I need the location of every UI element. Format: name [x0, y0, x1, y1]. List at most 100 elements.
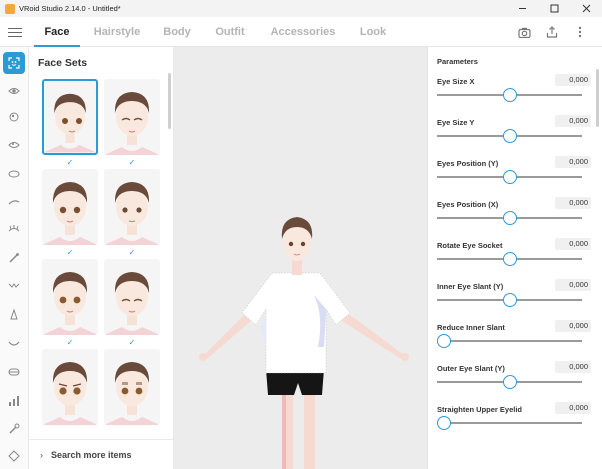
slider-handle[interactable]	[502, 375, 517, 389]
face-set-thumbnail[interactable]	[104, 349, 160, 425]
parameter-slider-row: Eye Size Y 0,000	[437, 115, 591, 158]
slider-handle[interactable]	[502, 129, 517, 143]
search-more-label: Search more items	[51, 449, 132, 460]
face-set-thumbnail[interactable]	[42, 349, 98, 425]
top-navigation: Face Hairstyle Body Outfit Accessories L…	[0, 17, 602, 47]
tab-accessories[interactable]: Accessories	[260, 17, 346, 47]
check-icon: ✓	[128, 158, 136, 167]
face-sets-icon[interactable]	[3, 52, 25, 74]
panel-title: Face Sets	[38, 57, 88, 69]
parameter-value-input[interactable]: 0,000	[555, 74, 591, 86]
face-set-thumbnail[interactable]	[104, 169, 160, 245]
face-set-thumbnail[interactable]	[42, 169, 98, 245]
parameter-value-input[interactable]: 0,000	[555, 115, 591, 127]
category-tabs: Face Hairstyle Body Outfit Accessories L…	[34, 17, 400, 47]
maximize-icon	[550, 4, 558, 13]
check-icon: ✓	[128, 338, 136, 347]
minimize-icon	[518, 8, 526, 9]
makeup-icon[interactable]	[3, 418, 25, 440]
chevron-right-icon: ›	[40, 449, 43, 460]
menu-icon[interactable]	[8, 25, 22, 39]
close-icon	[582, 4, 590, 13]
parameter-slider-row: Rotate Eye Socket 0,000	[437, 238, 591, 281]
check-icon: ✓	[66, 248, 74, 257]
slider-handle[interactable]	[502, 211, 517, 225]
camera-icon[interactable]	[516, 24, 532, 40]
slider-handle[interactable]	[502, 252, 517, 266]
ear-icon[interactable]	[3, 390, 25, 412]
slider-handle[interactable]	[437, 416, 451, 430]
eye-highlight-icon[interactable]	[3, 134, 25, 156]
eyelash-icon[interactable]	[3, 218, 25, 240]
parameter-value-input[interactable]: 0,000	[555, 238, 591, 250]
parameter-value-input[interactable]: 0,000	[555, 320, 591, 332]
maximize-button[interactable]	[538, 0, 570, 17]
tab-look[interactable]: Look	[346, 17, 400, 47]
face-part-rail	[0, 47, 29, 469]
export-icon[interactable]	[544, 24, 560, 40]
slider-track[interactable]	[437, 422, 582, 424]
slider-handle[interactable]	[502, 170, 517, 184]
iris-icon[interactable]	[3, 106, 25, 128]
parameter-slider-row: Eye Size X 0,000	[437, 74, 591, 117]
eye-shadow-icon[interactable]	[3, 275, 25, 297]
close-button[interactable]	[570, 0, 602, 17]
parameter-value-input[interactable]: 0,000	[555, 156, 591, 168]
search-more-items[interactable]: › Search more items	[29, 439, 174, 469]
face-set-thumbnail[interactable]	[104, 259, 160, 335]
eyebrow-icon[interactable]	[3, 191, 25, 213]
parameter-value-input[interactable]: 0,000	[555, 361, 591, 373]
face-set-thumbnail[interactable]	[42, 79, 98, 155]
teeth-icon[interactable]	[3, 361, 25, 383]
more-vertical-icon[interactable]	[572, 24, 588, 40]
parameter-slider-row: Straighten Upper Eyelid 0,000	[437, 402, 591, 445]
nose-icon[interactable]	[3, 304, 25, 326]
face-sets-grid: ✓ ✓ ✓ ✓ ✓ ✓	[42, 79, 162, 437]
tab-body[interactable]: Body	[154, 17, 200, 47]
toolbar-actions	[516, 24, 588, 40]
eye-icon[interactable]	[3, 80, 25, 102]
title-bar: VRoid Studio 2.14.0 - Untitled*	[0, 0, 602, 17]
parameter-label: Inner Eye Slant (Y)	[437, 282, 504, 291]
face-outline-icon[interactable]	[3, 445, 25, 467]
slider-handle[interactable]	[502, 88, 517, 102]
parameter-label: Eyes Position (Y)	[437, 159, 499, 168]
parameter-label: Eye Size X	[437, 77, 475, 86]
window-controls	[506, 0, 602, 17]
check-icon: ✓	[66, 338, 74, 347]
face-set-thumbnail[interactable]	[104, 79, 160, 155]
eye-white-icon[interactable]	[3, 163, 25, 185]
face-sets-panel: Face Sets ✓ ✓ ✓ ✓ ✓ ✓ › Search more item…	[29, 47, 174, 469]
parameter-label: Eye Size Y	[437, 118, 475, 127]
window-title: VRoid Studio 2.14.0 - Untitled*	[19, 4, 121, 13]
tab-hairstyle[interactable]: Hairstyle	[80, 17, 154, 47]
parameter-slider-row: Eyes Position (Y) 0,000	[437, 156, 591, 199]
parameter-label: Eyes Position (X)	[437, 200, 499, 209]
slider-track[interactable]	[437, 340, 582, 342]
parameter-slider-row: Inner Eye Slant (Y) 0,000	[437, 279, 591, 322]
parameter-value-input[interactable]: 0,000	[555, 402, 591, 414]
parameter-label: Rotate Eye Socket	[437, 241, 503, 250]
parameter-slider-row: Reduce Inner Slant 0,000	[437, 320, 591, 363]
parameters-panel: Parameters Eye Size X 0,000 Eye Size Y 0,00…	[427, 47, 602, 469]
tab-face[interactable]: Face	[34, 17, 80, 47]
slider-handle[interactable]	[502, 293, 517, 307]
parameter-label: Reduce Inner Slant	[437, 323, 505, 332]
mouth-icon[interactable]	[3, 333, 25, 355]
face-sets-scrollbar[interactable]	[168, 73, 171, 129]
check-icon: ✓	[66, 158, 74, 167]
tab-outfit[interactable]: Outfit	[200, 17, 260, 47]
model-viewport[interactable]	[174, 47, 427, 469]
parameter-label: Outer Eye Slant (Y)	[437, 364, 505, 373]
minimize-button[interactable]	[506, 0, 538, 17]
app-logo-icon	[5, 3, 15, 14]
parameter-value-input[interactable]: 0,000	[555, 197, 591, 209]
parameter-slider-row: Eyes Position (X) 0,000	[437, 197, 591, 240]
avatar-model	[199, 217, 409, 469]
eyeline-icon[interactable]	[3, 247, 25, 269]
slider-handle[interactable]	[437, 334, 451, 348]
parameter-value-input[interactable]: 0,000	[555, 279, 591, 291]
parameters-scrollbar[interactable]	[596, 69, 599, 127]
face-set-thumbnail[interactable]	[42, 259, 98, 335]
parameters-title: Parameters	[437, 57, 478, 66]
